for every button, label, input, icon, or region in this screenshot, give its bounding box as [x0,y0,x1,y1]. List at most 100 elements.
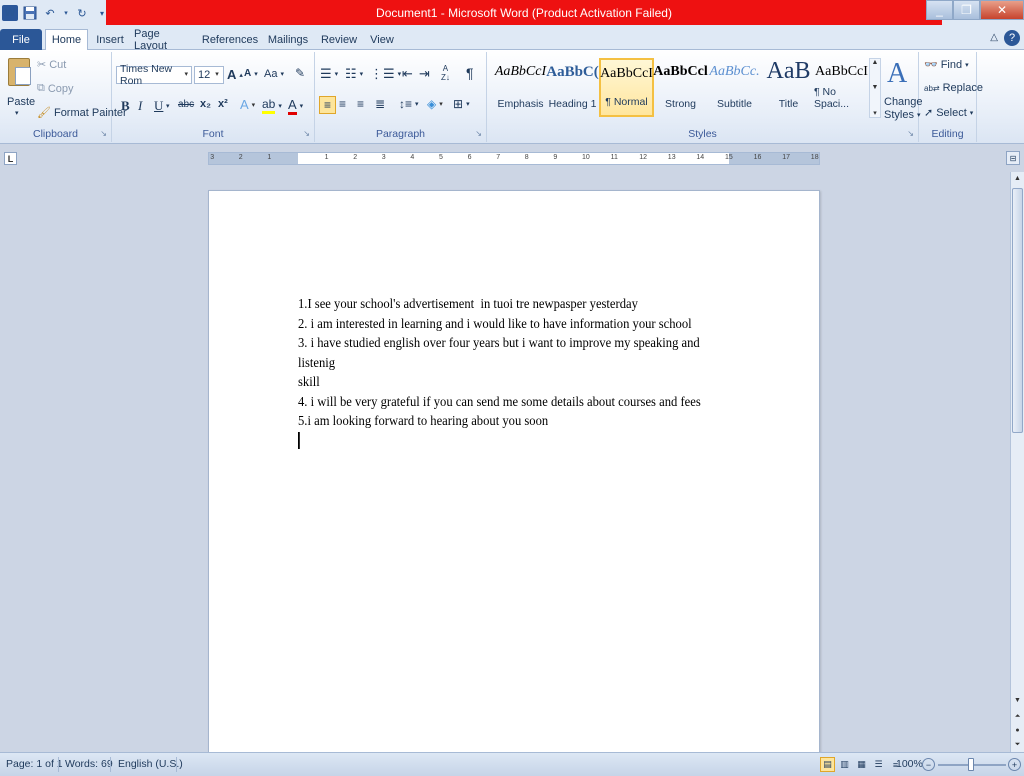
change-styles-button-line2[interactable]: Styles ▾ [884,109,920,121]
undo-icon[interactable]: ↶ [42,5,58,21]
change-styles-button-line1[interactable]: Change [884,96,923,108]
copy-button[interactable]: ⧉ Copy [37,82,74,95]
minimize-button[interactable]: _ [926,0,953,20]
paste-dropdown-icon[interactable]: ▾ [15,109,19,117]
tab-review[interactable]: Review [318,29,360,50]
previous-page-icon[interactable]: ⏶ [1011,710,1024,724]
close-button[interactable]: ✕ [980,0,1024,20]
numbering-icon[interactable]: ☷ ▾ [345,66,363,82]
vertical-scrollbar[interactable]: ▲ ▼ ⏶ ● ⏷ [1010,172,1024,752]
bullets-icon[interactable]: ☰ ▾ [320,66,338,82]
redo-icon[interactable]: ↻ [74,5,90,21]
font-color-button[interactable]: A ▾ [288,97,303,115]
gallery-more-icon[interactable]: ▾ [873,109,877,117]
align-left-icon[interactable]: ≡ [319,96,336,114]
gallery-down-icon[interactable]: ▼ [872,84,879,91]
web-layout-view-icon[interactable]: ▦ [854,757,869,772]
highlight-color-icon[interactable]: ab ▾ [262,97,282,114]
tab-references[interactable]: References [202,29,258,50]
tab-selector[interactable]: L [4,152,17,165]
change-styles-icon[interactable]: A [887,58,907,90]
document-page[interactable]: 1.I see your school's advertisement in t… [208,190,820,752]
gallery-up-icon[interactable]: ▲ [872,59,879,66]
style-title[interactable]: AaB Title [761,58,816,117]
increase-indent-icon[interactable]: ⇥ [419,66,430,82]
browse-object-icon[interactable]: ● [1011,724,1024,738]
styles-launcher-icon[interactable]: ↘ [907,129,914,138]
bold-button[interactable]: B [121,98,130,114]
scroll-up-icon[interactable]: ▲ [1011,172,1024,186]
tab-page-layout[interactable]: Page Layout [134,28,194,52]
full-screen-reading-view-icon[interactable]: ▥ [837,757,852,772]
find-button[interactable]: 👓 Find ▾ [924,58,969,72]
italic-button[interactable]: I [138,98,142,114]
style-normal[interactable]: AaBbCcI ¶ Normal [599,58,654,117]
font-name-dropdown-icon[interactable]: ▾ [181,67,191,83]
styles-gallery-scroll[interactable]: ▲ ▼ ▾ [869,58,881,118]
line-spacing-icon[interactable]: ↕≡ ▾ [399,97,419,111]
zoom-out-icon[interactable]: − [922,758,935,771]
style-subtitle[interactable]: AaBbCc. Subtitle [707,58,762,117]
tab-home[interactable]: Home [45,29,88,50]
clear-formatting-icon[interactable]: ✎ [295,66,305,80]
tab-view[interactable]: View [367,29,397,50]
underline-dropdown-icon[interactable]: ▾ [166,102,170,110]
save-icon[interactable] [22,5,38,21]
paragraph-launcher-icon[interactable]: ↘ [475,129,482,138]
paste-button[interactable]: Paste [7,96,35,108]
style-emphasis[interactable]: AaBbCcI Emphasis [493,58,548,117]
show-formatting-button[interactable]: ¶ [466,65,474,81]
subscript-button[interactable]: x₂ [200,98,211,110]
minimize-ribbon-icon[interactable]: △ [990,32,998,43]
align-right-icon[interactable]: ≡ [357,97,364,111]
superscript-button[interactable]: x² [218,98,228,110]
font-name-combo[interactable]: Times New Rom ▾ [116,63,192,87]
horizontal-ruler[interactable]: 3 2 1 1 2 3 4 5 6 7 8 9 10 11 12 13 14 15 16 17 18 [208,152,820,165]
cut-button[interactable]: ✂ Cut [37,58,66,72]
language-indicator[interactable]: English (U.S.) [118,758,183,770]
paste-icon[interactable] [8,58,31,86]
decrease-indent-icon[interactable]: ⇤ [402,66,413,82]
multilevel-list-icon[interactable]: ⋮☰ ▾ [370,66,401,82]
tab-mailings[interactable]: Mailings [266,29,310,50]
zoom-level[interactable]: 100% [896,758,923,770]
font-size-combo[interactable]: 12 ▾ [194,66,224,84]
justify-icon[interactable]: ≣ [375,97,385,111]
borders-icon[interactable]: ⊞ ▾ [453,97,470,111]
select-button[interactable]: ➚ Select ▾ [924,106,973,120]
strikethrough-button[interactable]: abc [178,99,194,110]
outline-view-icon[interactable]: ☰ [871,757,886,772]
document-body[interactable]: 1.I see your school's advertisement in t… [298,295,730,451]
align-center-icon[interactable]: ≡ [339,97,346,111]
scroll-down-icon[interactable]: ▼ [1011,694,1024,708]
underline-button[interactable]: U [154,98,163,114]
text-effects-icon[interactable]: A ▾ [240,97,255,112]
replace-button[interactable]: ab⇄ Replace [924,82,983,94]
clipboard-launcher-icon[interactable]: ↘ [100,129,107,138]
scroll-thumb[interactable] [1012,188,1023,433]
sort-icon[interactable]: A Z↓ [441,64,450,82]
zoom-slider-thumb[interactable] [968,758,974,771]
word-count[interactable]: Words: 69 [65,758,113,770]
ribbon-tabs: File Home Insert Page Layout References … [0,26,1024,52]
font-launcher-icon[interactable]: ↘ [303,129,310,138]
next-page-icon[interactable]: ⏷ [1011,738,1024,752]
shading-icon[interactable]: ◈ ▾ [427,97,443,111]
view-ruler-icon[interactable]: ⊟ [1006,151,1020,165]
style-heading-1[interactable]: AaBbC( Heading 1 [545,58,600,117]
shrink-font-button[interactable]: A ▾ [244,68,258,79]
page-count[interactable]: Page: 1 of 1 [6,758,63,770]
undo-dropdown-icon[interactable]: ▾ [62,5,70,21]
tab-file[interactable]: File [0,29,42,50]
word-logo-icon[interactable]: W [2,5,18,21]
style-no-spacing[interactable]: AaBbCcI ¶ No Spaci... [814,58,869,117]
zoom-in-icon[interactable]: + [1008,758,1021,771]
help-icon[interactable]: ? [1004,30,1020,46]
tab-insert[interactable]: Insert [92,29,128,50]
style-strong[interactable]: AaBbCcl Strong [653,58,708,117]
grow-font-button[interactable]: A ▴ [227,67,243,82]
print-layout-view-icon[interactable]: ▤ [820,757,835,772]
font-size-dropdown-icon[interactable]: ▾ [211,67,223,83]
change-case-button[interactable]: Aa ▾ [264,68,284,80]
restore-button[interactable]: ❐ [953,0,980,20]
